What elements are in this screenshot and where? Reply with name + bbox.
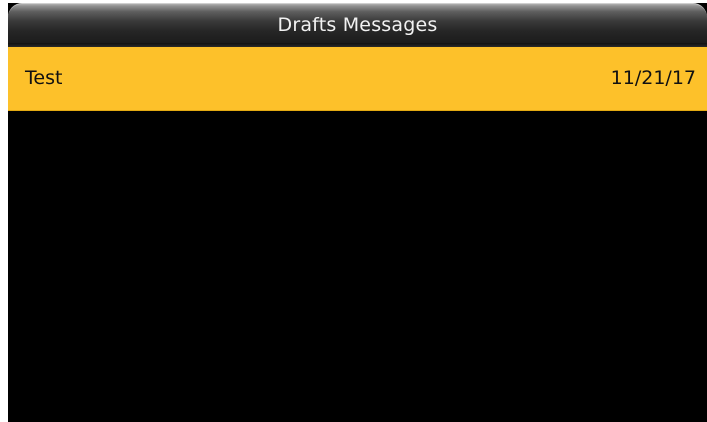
page-title: Drafts Messages	[277, 14, 438, 36]
drafts-message-list: Test 11/21/17	[8, 47, 707, 111]
title-bar: Drafts Messages	[8, 3, 707, 43]
message-list-item[interactable]: Test 11/21/17	[8, 47, 707, 111]
message-subject: Test	[25, 67, 63, 89]
device-screen: Drafts Messages Test 11/21/17	[8, 3, 707, 422]
message-date: 11/21/17	[610, 67, 696, 89]
